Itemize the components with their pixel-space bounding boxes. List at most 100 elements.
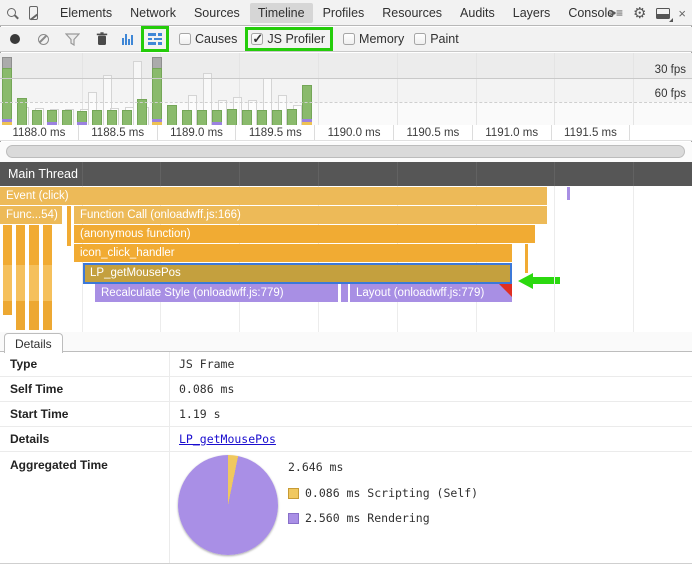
flame-bar-label: Event (click) bbox=[6, 190, 69, 202]
aggregated-time-row: Aggregated Time 2.646 ms 0.086 ms Script… bbox=[0, 452, 692, 562]
thread-gridline bbox=[554, 162, 555, 186]
checkbox-paint[interactable]: Paint bbox=[414, 32, 459, 46]
overview-scroll-track bbox=[0, 142, 692, 162]
ruler-tick-label: 1191.5 ms bbox=[552, 125, 631, 140]
tab-details[interactable]: Details bbox=[4, 333, 63, 353]
overview-gridline bbox=[633, 53, 634, 125]
thread-gridline bbox=[318, 162, 319, 186]
tab-profiles[interactable]: Profiles bbox=[315, 3, 373, 23]
overview-bars-icon[interactable] bbox=[122, 34, 133, 45]
pie-legend-swatch bbox=[288, 488, 299, 499]
frame-bar bbox=[62, 110, 72, 125]
checkbox-memory[interactable]: Memory bbox=[343, 32, 404, 46]
aggregated-time-pie-chart bbox=[178, 455, 278, 555]
flame-chart[interactable]: Event (click) Func...54) Function Call (on… bbox=[0, 186, 692, 332]
thread-gridline bbox=[476, 162, 477, 186]
long-task-warning-icon bbox=[499, 284, 512, 297]
flame-bar-function-call-onloadwff-js-166[interactable]: Function Call (onloadwff.js:166) bbox=[74, 206, 547, 224]
device-mode-icon[interactable] bbox=[22, 2, 44, 24]
frame-bar bbox=[227, 109, 237, 125]
flame-stripe bbox=[43, 225, 52, 330]
checkbox-box[interactable] bbox=[414, 33, 426, 45]
flame-bar-layout-onloadwff-js-779[interactable]: Layout (onloadwff.js:779) bbox=[350, 284, 512, 302]
tab-timeline[interactable]: Timeline bbox=[250, 3, 313, 23]
tab-strip: ElementsNetworkSourcesTimelineProfilesRe… bbox=[52, 3, 624, 23]
trash-icon[interactable] bbox=[96, 32, 108, 46]
details-rows: TypeJS FrameSelf Time0.086 msStart Time1… bbox=[0, 352, 692, 452]
flame-bar-fragment[interactable] bbox=[341, 284, 348, 302]
frame-bar bbox=[182, 110, 192, 125]
ruler-tick-label: 1188.5 ms bbox=[79, 125, 158, 140]
pie-legend-swatch bbox=[288, 513, 299, 524]
checkbox-box[interactable] bbox=[179, 33, 191, 45]
frame-bar bbox=[122, 110, 132, 125]
frame-bar bbox=[242, 110, 252, 125]
details-row-value: LP_getMousePos bbox=[169, 432, 276, 446]
frame-bar bbox=[287, 109, 297, 125]
ruler-tick-label: 1189.5 ms bbox=[236, 125, 315, 140]
selection-arrow-shaft bbox=[532, 277, 560, 284]
tab-sources[interactable]: Sources bbox=[186, 3, 248, 23]
flame-bar-label: LP_getMousePos bbox=[90, 267, 181, 279]
flame-bar-recalculate-style-onloadwff-js-779[interactable]: Recalculate Style (onloadwff.js:779) bbox=[95, 284, 338, 302]
clear-icon[interactable] bbox=[38, 34, 49, 45]
frame-bar bbox=[92, 110, 102, 125]
frame-bar bbox=[197, 110, 207, 125]
settings-gear-icon[interactable]: ⚙ bbox=[633, 4, 646, 22]
fps-threshold-label: 30 fps bbox=[655, 64, 686, 76]
details-tabbar: Details bbox=[0, 332, 692, 352]
overview-scroll-thumb[interactable] bbox=[6, 145, 685, 158]
details-row-value: JS Frame bbox=[169, 357, 234, 371]
record-button-icon[interactable] bbox=[10, 34, 20, 44]
tab-resources[interactable]: Resources bbox=[374, 3, 450, 23]
dock-side-icon[interactable] bbox=[656, 8, 670, 19]
details-row-value: 0.086 ms bbox=[169, 382, 234, 396]
details-row-value: 1.19 s bbox=[169, 407, 221, 421]
checkbox-box[interactable] bbox=[251, 33, 263, 45]
details-function-link[interactable]: LP_getMousePos bbox=[179, 432, 276, 446]
search-icon[interactable] bbox=[0, 2, 22, 24]
flame-bar-anonymous-function[interactable]: (anonymous function) bbox=[74, 225, 535, 243]
main-thread-header[interactable]: Main Thread bbox=[0, 162, 692, 186]
flame-bar-func-54[interactable]: Func...54) bbox=[0, 206, 62, 224]
ruler-tick-label: 1190.5 ms bbox=[394, 125, 473, 140]
pie-legend-item: 0.086 ms Scripting (Self) bbox=[288, 486, 478, 500]
flame-bar-event-click[interactable]: Event (click) bbox=[0, 187, 547, 205]
checkbox-causes[interactable]: Causes bbox=[179, 32, 237, 46]
pie-legend-text: 2.560 ms Rendering bbox=[305, 511, 430, 525]
details-row-start-time: Start Time1.19 s bbox=[0, 402, 692, 427]
checkbox-box[interactable] bbox=[343, 33, 355, 45]
flame-stripe bbox=[525, 244, 528, 273]
frame-bar bbox=[32, 110, 42, 125]
details-row-label: Self Time bbox=[0, 382, 169, 396]
tab-network[interactable]: Network bbox=[122, 3, 184, 23]
flame-stripe bbox=[29, 225, 39, 330]
flame-bar-label: Layout (onloadwff.js:779) bbox=[356, 287, 484, 299]
fps-threshold-label: 60 fps bbox=[655, 88, 686, 100]
tab-layers[interactable]: Layers bbox=[505, 3, 559, 23]
flame-bar-lp-getmousepos[interactable]: LP_getMousePos bbox=[83, 263, 512, 284]
details-row-details: DetailsLP_getMousePos bbox=[0, 427, 692, 452]
timeline-toolbar: Causes JS Profiler Memory Paint bbox=[0, 27, 692, 52]
fps-overview[interactable]: 30 fps 60 fps bbox=[0, 53, 692, 125]
checkbox-js-profiler[interactable]: JS Profiler bbox=[245, 27, 333, 51]
close-icon[interactable]: × bbox=[678, 6, 686, 21]
tab-elements[interactable]: Elements bbox=[52, 3, 120, 23]
tab-audits[interactable]: Audits bbox=[452, 3, 503, 23]
flame-gridline bbox=[554, 186, 555, 332]
thread-gridline bbox=[397, 162, 398, 186]
details-row-label: Start Time bbox=[0, 407, 169, 421]
frame-bar bbox=[152, 68, 162, 125]
frame-bar-cap bbox=[2, 57, 12, 68]
flame-chart-icon[interactable] bbox=[148, 33, 162, 45]
frame-bar bbox=[167, 105, 177, 125]
flame-bar-icon-click-handler[interactable]: icon_click_handler bbox=[74, 244, 512, 262]
ruler-tick-label: 1191.0 ms bbox=[473, 125, 552, 140]
flame-bar-label: Func...54) bbox=[6, 209, 58, 221]
devtools-window: ElementsNetworkSourcesTimelineProfilesRe… bbox=[0, 0, 692, 564]
filter-icon[interactable] bbox=[65, 33, 80, 46]
selection-arrow-icon bbox=[518, 273, 533, 289]
pie-legend: 2.646 ms 0.086 ms Scripting (Self)2.560 … bbox=[288, 460, 478, 536]
console-drawer-icon[interactable]: >≡ bbox=[609, 6, 623, 20]
overview-gridline bbox=[318, 53, 319, 125]
